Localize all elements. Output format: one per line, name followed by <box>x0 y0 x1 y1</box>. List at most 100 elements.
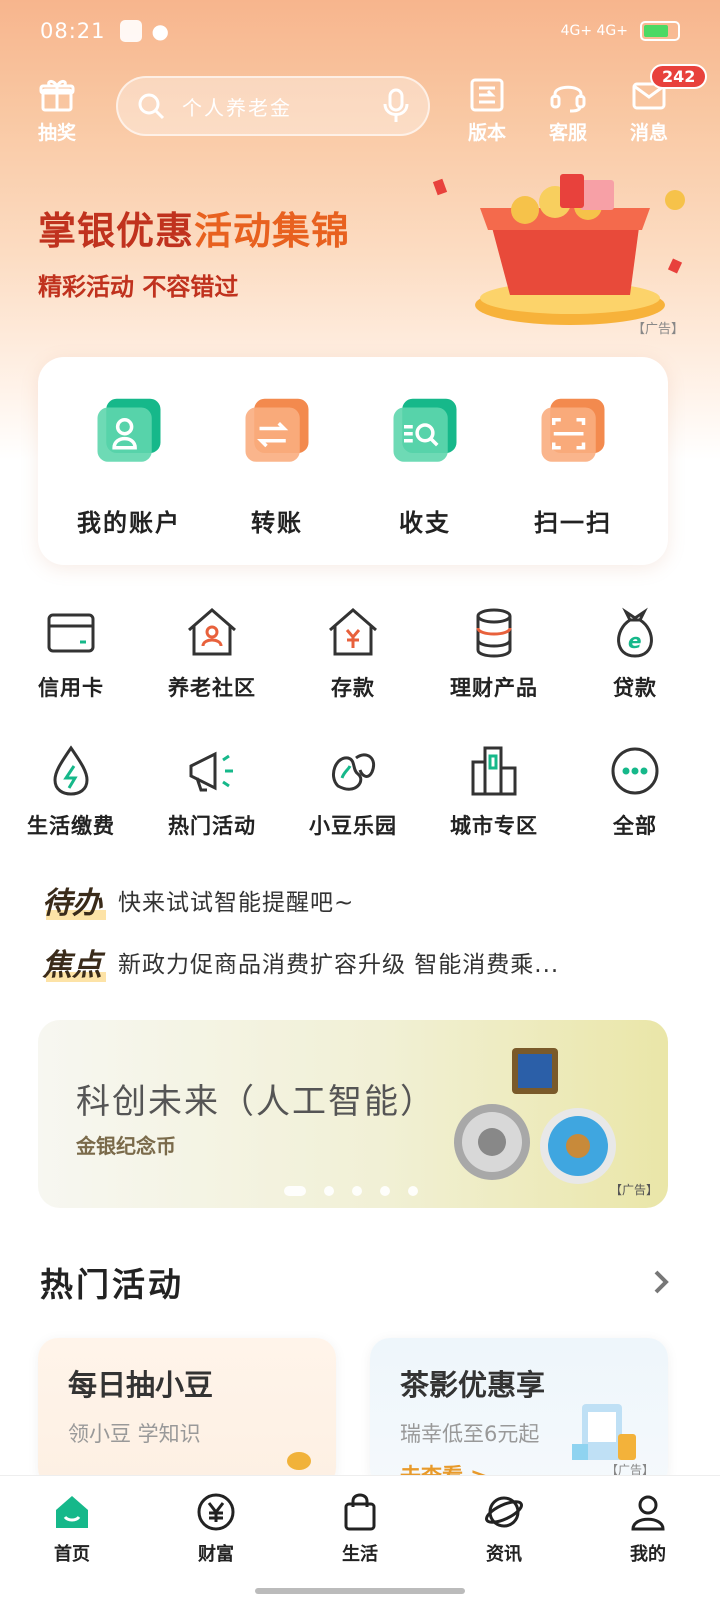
loan-icon: e <box>617 607 653 658</box>
tab-life[interactable]: 生活 <box>288 1476 432 1600</box>
gift-box-illustration <box>432 174 685 325</box>
carousel-dot[interactable] <box>284 1186 306 1196</box>
focus-notice[interactable]: 焦点 新政力促商品消费扩容升级 智能消费乘... <box>42 940 559 984</box>
grid-label: 小豆乐园 <box>309 814 397 838</box>
quick-label: 转账 <box>251 509 303 537</box>
bean-park-icon <box>332 753 375 791</box>
income-expense-icon <box>393 398 457 462</box>
carousel-dot[interactable] <box>408 1186 418 1196</box>
todo-notice[interactable]: 待办 快来试试智能提醒吧~ <box>42 878 354 922</box>
carousel-dot[interactable] <box>380 1186 390 1196</box>
grid-label: 全部 <box>613 814 657 838</box>
coin-ad-banner[interactable]: 科创未来（人工智能） 金银纪念币 【广告】 <box>38 1020 668 1208</box>
coin-illustration <box>454 1048 616 1184</box>
chevron-right-icon[interactable] <box>648 1266 674 1298</box>
promo-ad-tag: 【广告】 <box>632 322 685 337</box>
activity-title: 每日抽小豆 <box>68 1368 214 1402</box>
message-badge: 242 <box>650 64 708 89</box>
carousel-dot[interactable] <box>324 1186 334 1196</box>
gift-icon <box>39 79 75 112</box>
grid-label: 理财产品 <box>450 676 538 700</box>
grid-label: 信用卡 <box>38 676 104 700</box>
message-label: 消息 <box>629 122 668 144</box>
lottery-button[interactable]: 抽奖 <box>22 76 92 145</box>
scan-icon <box>541 398 605 462</box>
grid-deposit[interactable]: 存款 <box>288 606 418 702</box>
more-icon <box>611 747 659 795</box>
shopping-bag-icon <box>344 1493 376 1531</box>
wealth-product-icon <box>476 608 512 658</box>
grid-label: 贷款 <box>613 676 657 700</box>
search-icon <box>138 93 165 120</box>
tab-label: 资讯 <box>486 1544 522 1565</box>
deposit-icon <box>329 608 377 656</box>
tab-home[interactable]: 首页 <box>0 1476 144 1600</box>
app-notification-icon <box>119 20 142 42</box>
tab-label: 首页 <box>54 1544 90 1565</box>
tab-label: 我的 <box>630 1544 666 1565</box>
grid-hot-activity[interactable]: 热门活动 <box>147 744 277 840</box>
promo-title: 掌银优惠活动集锦 <box>38 200 350 255</box>
account-icon <box>97 398 161 462</box>
transfer-icon <box>245 398 309 462</box>
bottom-tab-bar: 首页 财富 生活 资讯 我的 <box>0 1475 720 1600</box>
planet-icon <box>485 1496 523 1528</box>
tab-news[interactable]: 资讯 <box>432 1476 576 1600</box>
grid-bean-park[interactable]: 小豆乐园 <box>288 744 418 840</box>
utility-payment-icon <box>53 745 89 796</box>
search-bar[interactable]: 个人养老金 <box>116 76 430 136</box>
carousel-dot[interactable] <box>352 1186 362 1196</box>
carousel-dots[interactable] <box>284 1186 418 1196</box>
tab-wealth[interactable]: 财富 <box>144 1476 288 1600</box>
grid-label: 养老社区 <box>168 676 256 700</box>
activity-card-bean[interactable]: 每日抽小豆 领小豆 学知识 <box>38 1338 336 1488</box>
bean-illustration <box>287 1452 311 1470</box>
quick-label: 扫一扫 <box>534 509 612 537</box>
quick-transfer[interactable]: 转账 <box>202 397 352 538</box>
signal-text: 4G+ 4G+ <box>560 23 628 39</box>
tab-label: 财富 <box>198 1544 234 1565</box>
search-placeholder: 个人养老金 <box>182 95 292 120</box>
status-time: 08:21 <box>40 19 106 43</box>
megaphone-icon <box>189 751 233 792</box>
svg-text:e: e <box>628 629 642 653</box>
grid-utility-payment[interactable]: 生活缴费 <box>6 744 136 840</box>
tab-mine[interactable]: 我的 <box>576 1476 720 1600</box>
version-label: 版本 <box>467 122 506 144</box>
quick-my-account[interactable]: 我的账户 <box>54 397 204 538</box>
tab-label: 生活 <box>342 1544 378 1565</box>
grid-loan[interactable]: e 贷款 <box>570 606 700 702</box>
version-icon <box>470 78 504 112</box>
promo-title-a: 掌银优惠 <box>38 209 195 253</box>
grid-label: 生活缴费 <box>27 814 115 838</box>
focus-tag: 焦点 <box>42 948 102 983</box>
banner-ad-tag: 【广告】 <box>609 1183 658 1197</box>
grid-wealth-product[interactable]: 理财产品 <box>429 606 559 702</box>
user-icon <box>631 1495 665 1531</box>
service-button[interactable]: 客服 <box>533 76 603 145</box>
promo-banner[interactable]: 掌银优惠活动集锦 精彩活动 不容错过 <box>38 200 350 302</box>
todo-text: 快来试试智能提醒吧~ <box>118 890 355 916</box>
quick-label: 我的账户 <box>77 509 181 537</box>
microphone-icon[interactable] <box>382 88 410 124</box>
quick-income-expense[interactable]: 收支 <box>350 397 500 538</box>
version-button[interactable]: 版本 <box>452 76 522 145</box>
home-indicator[interactable] <box>255 1588 465 1594</box>
grid-city-zone[interactable]: 城市专区 <box>429 744 559 840</box>
todo-tag: 待办 <box>42 886 102 921</box>
grid-credit-card[interactable]: 信用卡 <box>6 606 136 702</box>
banner-subtitle: 金银纪念币 <box>76 1134 176 1158</box>
activity-card-tea[interactable]: 茶影优惠享 瑞幸低至6元起 去查看 > 【广告】 <box>370 1338 668 1488</box>
quick-scan[interactable]: 扫一扫 <box>498 397 648 538</box>
elder-community-icon <box>188 608 236 656</box>
focus-text: 新政力促商品消费扩容升级 智能消费乘... <box>118 952 560 978</box>
city-zone-icon <box>471 746 517 796</box>
wechat-icon: ● <box>151 19 169 43</box>
top-header: 抽奖 个人养老金 版本 客服 消息 242 <box>0 64 720 150</box>
quick-label: 收支 <box>399 509 451 537</box>
credit-card-icon <box>47 613 95 653</box>
grid-elder-community[interactable]: 养老社区 <box>147 606 277 702</box>
promo-title-b: 活动集锦 <box>194 209 351 253</box>
yuan-icon <box>197 1493 235 1531</box>
grid-all[interactable]: 全部 <box>570 744 700 840</box>
